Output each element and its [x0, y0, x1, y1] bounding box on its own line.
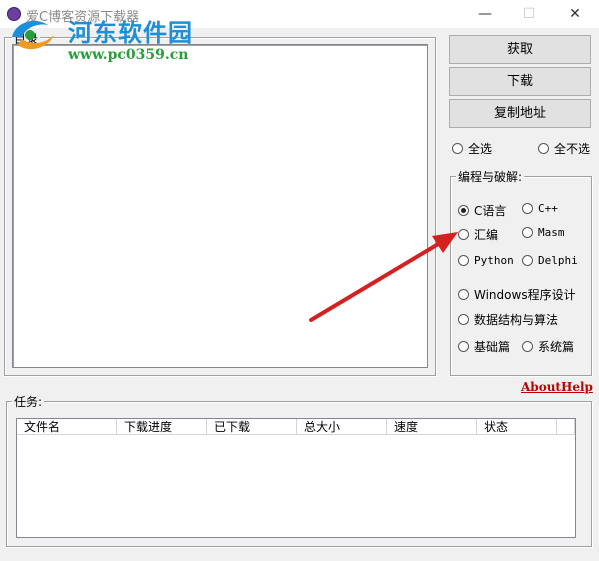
download-button[interactable]: 下载 [449, 67, 591, 96]
column-header[interactable]: 总大小 [297, 419, 387, 435]
radio-label: Windows程序设计 [474, 288, 576, 302]
directory-list[interactable] [12, 44, 428, 368]
select-all-label: 全选 [468, 142, 493, 156]
column-header[interactable]: 已下载 [207, 419, 297, 435]
radio-label: 数据结构与算法 [474, 313, 559, 327]
watermark-site-name: 河东软件园 [68, 18, 193, 47]
radio-label: Python [474, 254, 514, 267]
close-button[interactable]: ✕ [560, 4, 590, 24]
minimize-button[interactable]: — [470, 4, 500, 24]
radio-indicator-icon [522, 255, 533, 266]
radio-label: C++ [538, 202, 558, 215]
select-none-label: 全不选 [554, 142, 591, 156]
radio-data-structures[interactable]: 数据结构与算法 [458, 311, 558, 328]
task-list-header: 文件名 下载进度 已下载 总大小 速度 状态 [17, 419, 575, 436]
radio-label: Masm [538, 226, 565, 239]
radio-indicator-icon [522, 341, 533, 352]
radio-label: C语言 [474, 204, 507, 218]
watermark: 河东软件园 www.pc0359.cn [8, 13, 238, 73]
column-header[interactable]: 文件名 [17, 419, 117, 435]
category-group-label: 编程与破解: [456, 168, 525, 185]
radio-cpp[interactable]: C++ [522, 202, 558, 215]
radio-indicator-icon [458, 341, 469, 352]
radio-python[interactable]: Python [458, 254, 514, 267]
radio-windows-programming[interactable]: Windows程序设计 [458, 286, 576, 303]
task-group-label: 任务: [12, 393, 45, 410]
radio-delphi[interactable]: Delphi [522, 254, 578, 267]
column-header[interactable]: 速度 [387, 419, 477, 435]
radio-assembly[interactable]: 汇编 [458, 226, 498, 243]
task-list[interactable]: 文件名 下载进度 已下载 总大小 速度 状态 [16, 418, 576, 538]
column-header-filler [557, 419, 575, 435]
radio-indicator-icon [452, 143, 463, 154]
select-none-radio[interactable]: 全不选 [538, 140, 590, 157]
radio-indicator-icon [458, 289, 469, 300]
help-link[interactable]: Help [561, 380, 593, 394]
maximize-button[interactable]: ☐ [514, 4, 544, 24]
fetch-button[interactable]: 获取 [449, 35, 591, 64]
radio-indicator-icon [522, 203, 533, 214]
radio-indicator-icon [538, 143, 549, 154]
about-link[interactable]: About [521, 380, 561, 394]
radio-indicator-icon [458, 314, 469, 325]
radio-indicator-icon [522, 227, 533, 238]
radio-label: 系统篇 [538, 340, 575, 354]
radio-basics[interactable]: 基础篇 [458, 338, 510, 355]
radio-indicator-icon [458, 229, 469, 240]
radio-label: Delphi [538, 254, 578, 267]
radio-label: 汇编 [474, 228, 499, 242]
select-all-radio[interactable]: 全选 [452, 140, 492, 157]
radio-label: 基础篇 [474, 340, 511, 354]
radio-system[interactable]: 系统篇 [522, 338, 574, 355]
column-header[interactable]: 下载进度 [117, 419, 207, 435]
watermark-url: www.pc0359.cn [68, 47, 189, 63]
radio-indicator-icon [458, 255, 469, 266]
radio-masm[interactable]: Masm [522, 226, 565, 239]
column-header[interactable]: 状态 [477, 419, 557, 435]
copy-address-button[interactable]: 复制地址 [449, 99, 591, 128]
radio-c-language[interactable]: C语言 [458, 202, 506, 219]
radio-checked-icon [458, 205, 469, 216]
watermark-logo-icon [12, 21, 54, 50]
